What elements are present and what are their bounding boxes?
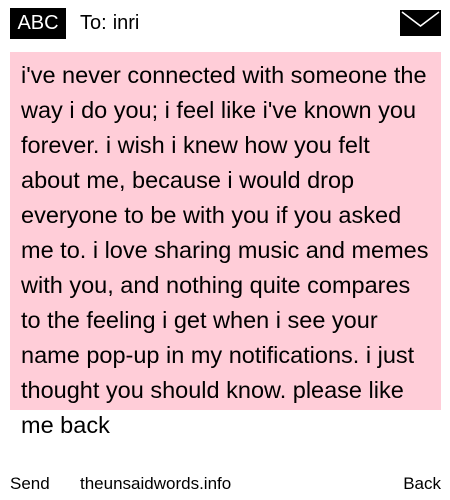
input-mode-badge[interactable]: ABC: [10, 8, 66, 39]
header: ABC To: inri: [0, 0, 450, 44]
to-label: To:: [80, 12, 107, 34]
footer: Send theunsaidwords.info Back: [0, 470, 450, 500]
site-name: theunsaidwords.info: [80, 474, 232, 493]
message-text[interactable]: i've never connected with someone the wa…: [21, 58, 431, 443]
recipient-name: inri: [112, 12, 140, 34]
envelope-icon[interactable]: [400, 10, 441, 36]
send-button[interactable]: Send: [10, 470, 50, 498]
recipient-line: To: inri: [80, 8, 139, 39]
back-button[interactable]: Back: [403, 470, 441, 498]
